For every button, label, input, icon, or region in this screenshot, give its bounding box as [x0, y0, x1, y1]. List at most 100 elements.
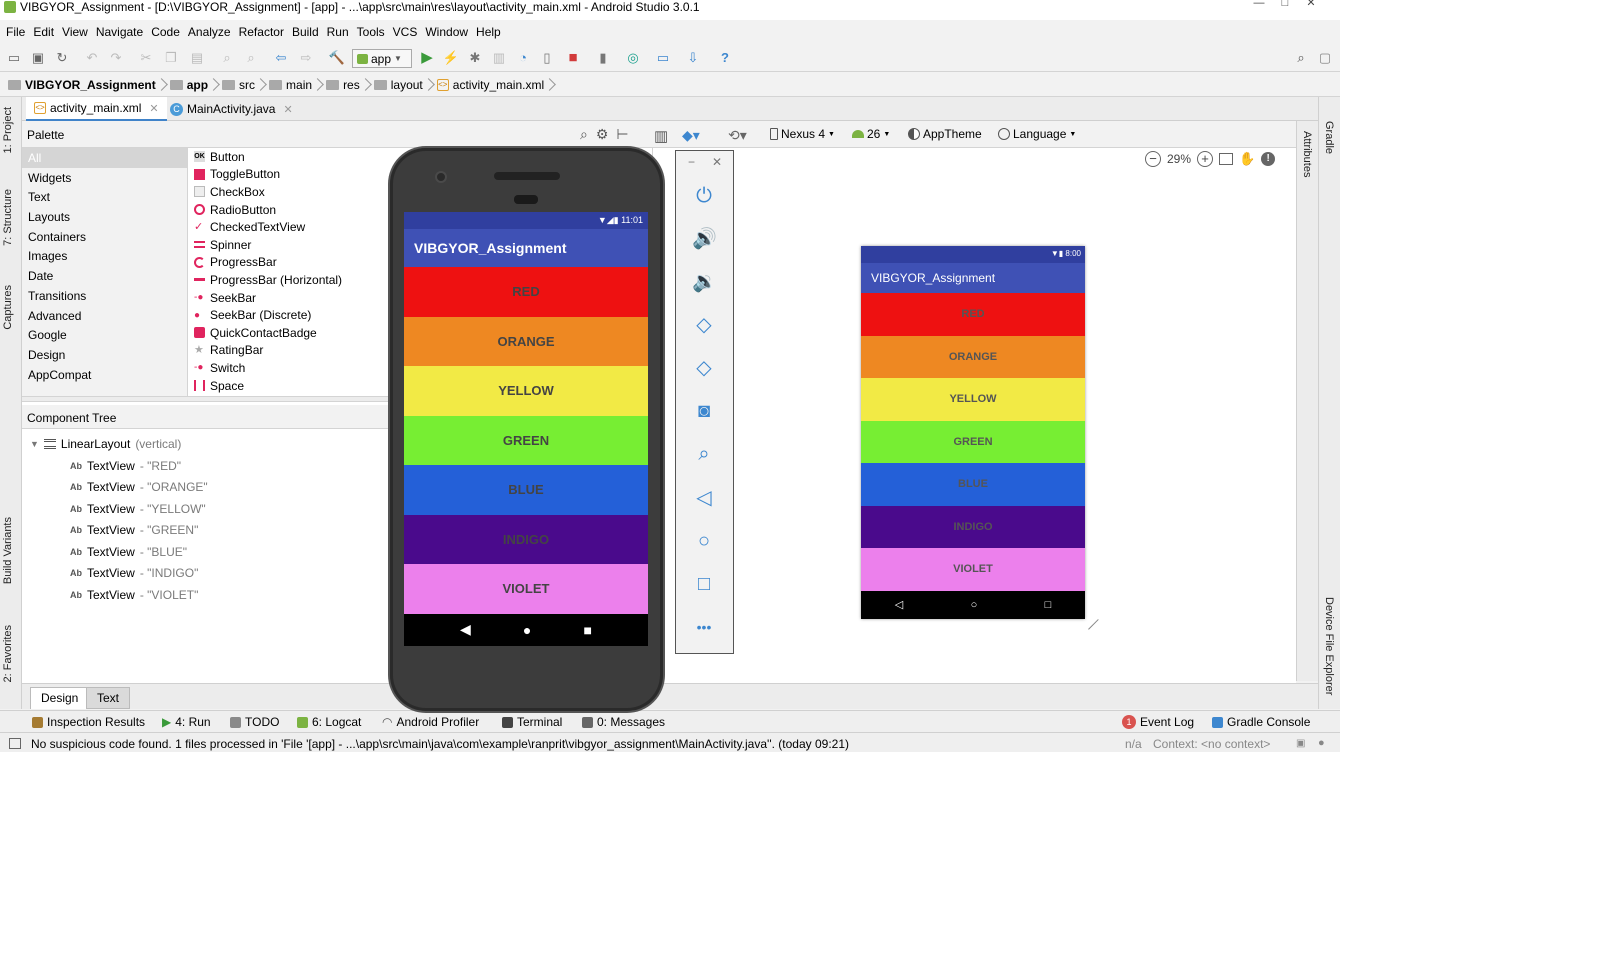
run-icon[interactable]: ▶ — [418, 49, 436, 67]
palette-category[interactable]: Date — [22, 266, 187, 286]
device-select[interactable]: Nexus 4 ▼ — [770, 127, 835, 141]
attach-icon[interactable]: ◔ — [514, 49, 532, 67]
emulator-band-yellow[interactable]: YELLOW — [404, 366, 648, 416]
tool-terminal[interactable]: Terminal — [502, 715, 562, 729]
layout-preview[interactable]: ▼▮ 8:00 VIBGYOR_Assignment RED ORANGE YE… — [861, 246, 1085, 619]
menu-tools[interactable]: Tools — [353, 22, 389, 42]
stop-icon[interactable]: ■ — [564, 49, 582, 67]
palette-widget[interactable]: ToggleButton — [189, 166, 389, 184]
camera-icon[interactable]: ◙ — [692, 399, 716, 423]
menu-run[interactable]: Run — [323, 22, 353, 42]
menu-refactor[interactable]: Refactor — [235, 22, 288, 42]
palette-category[interactable]: All — [22, 148, 187, 168]
lock-icon[interactable]: ▣ — [1296, 738, 1305, 749]
tree-node[interactable]: Ab TextView - "INDIGO" — [70, 566, 198, 580]
tool-gradle[interactable]: Gradle — [1323, 121, 1335, 154]
tool-structure[interactable]: 7: Structure — [2, 189, 14, 246]
menu-vcs[interactable]: VCS — [389, 22, 422, 42]
palette-category[interactable]: Images — [22, 246, 187, 266]
build-icon[interactable]: 🔨 — [328, 49, 346, 67]
preview-band-blue[interactable]: BLUE — [861, 463, 1085, 506]
zoom-out-icon[interactable]: − — [1145, 151, 1161, 167]
back-icon[interactable]: ⇦ — [272, 49, 290, 67]
breadcrumb-item[interactable]: layout — [373, 78, 431, 92]
tool-run[interactable]: ▶ 4: Run — [162, 715, 211, 729]
undo-icon[interactable]: ↶ — [83, 49, 101, 67]
emulator-band-blue[interactable]: BLUE — [404, 465, 648, 515]
preview-band-green[interactable]: GREEN — [861, 420, 1085, 463]
palette-widget[interactable]: ProgressBar — [189, 254, 389, 272]
menu-navigate[interactable]: Navigate — [92, 22, 147, 42]
tree-node[interactable]: Ab TextView - "ORANGE" — [70, 480, 208, 494]
volume-down-icon[interactable]: 🔉 — [692, 270, 717, 294]
overview-icon[interactable]: □ — [692, 572, 716, 596]
avatar[interactable]: ▢ — [1316, 49, 1334, 67]
palette-widget[interactable]: ✓ CheckedTextView — [189, 218, 389, 236]
tab-main-activity[interactable]: C MainActivity.java ✕ — [162, 97, 301, 121]
theme-select[interactable]: AppTheme — [908, 127, 982, 141]
close-icon[interactable]: ✕ — [149, 102, 158, 115]
gear-icon[interactable]: ⚙ — [596, 126, 609, 143]
menu-file[interactable]: File — [2, 22, 29, 42]
rotate-left-icon[interactable]: ◇ — [692, 313, 716, 337]
paste-icon[interactable]: ▤ — [188, 49, 206, 67]
more-icon[interactable]: ••• — [692, 615, 716, 639]
redo-icon[interactable]: ↷ — [107, 49, 125, 67]
palette-widget[interactable]: OK Button — [189, 148, 389, 166]
tool-gradle-console[interactable]: Gradle Console — [1212, 715, 1310, 729]
tab-activity-main[interactable]: <> activity_main.xml ✕ — [26, 97, 167, 121]
preview-band-orange[interactable]: ORANGE — [861, 335, 1085, 378]
tree-node[interactable]: Ab TextView - "RED" — [70, 459, 181, 473]
apply-changes-icon[interactable]: ⚡ — [442, 49, 460, 67]
rotate-right-icon[interactable]: ◇ — [692, 356, 716, 380]
search-icon[interactable]: ⌕ — [1292, 49, 1310, 67]
project-structure-icon[interactable]: ▭ — [654, 49, 672, 67]
menu-edit[interactable]: Edit — [29, 22, 58, 42]
forward-icon[interactable]: ⇨ — [297, 49, 315, 67]
open-icon[interactable]: ▭ — [5, 49, 23, 67]
breadcrumb-item[interactable]: main — [269, 78, 320, 92]
tab-text[interactable]: Text — [86, 687, 131, 709]
run-config-select[interactable]: app ▼ — [352, 49, 412, 68]
layers-icon[interactable]: ◆▾ — [682, 127, 700, 144]
zoom-icon[interactable]: ⌕ — [692, 442, 716, 466]
profile-icon[interactable]: ▥ — [490, 49, 508, 67]
cut-icon[interactable]: ✂ — [137, 49, 155, 67]
palette-category[interactable]: Layouts — [22, 207, 187, 227]
palette-widget[interactable]: -● SeekBar — [189, 289, 389, 307]
breadcrumb-item[interactable]: src — [222, 78, 263, 92]
emulator-band-indigo[interactable]: INDIGO — [404, 514, 648, 564]
back-icon[interactable]: ◁ — [692, 486, 716, 510]
close-icon[interactable]: ✕ — [283, 103, 292, 116]
tab-design[interactable]: Design — [30, 687, 90, 709]
palette-category[interactable]: Google — [22, 325, 187, 345]
hide-icon[interactable]: ⊢ — [616, 126, 628, 143]
menu-code[interactable]: Code — [147, 22, 184, 42]
palette-widget[interactable]: RadioButton — [189, 201, 389, 219]
breadcrumb-item[interactable]: <> activity_main.xml — [436, 78, 552, 92]
resize-handle-icon[interactable] — [1088, 619, 1108, 639]
menu-analyze[interactable]: Analyze — [184, 22, 235, 42]
palette-widget[interactable]: CheckBox — [189, 183, 389, 201]
palette-category[interactable]: Transitions — [22, 286, 187, 306]
replace-icon[interactable]: ⌕ — [242, 49, 260, 67]
sync-icon[interactable]: ↻ — [53, 49, 71, 67]
emulator-screen[interactable]: ▼◢▮ 11:01 VIBGYOR_Assignment RED ORANGE … — [404, 212, 648, 646]
panel-splitter[interactable] — [22, 396, 392, 402]
breadcrumb-item[interactable]: app — [169, 78, 216, 92]
tool-device-file-explorer[interactable]: Device File Explorer — [1323, 597, 1335, 695]
palette-widget[interactable]: Space — [189, 377, 389, 395]
tool-android-profiler[interactable]: ◠ Android Profiler — [382, 715, 479, 729]
palette-widget[interactable]: ● SeekBar (Discrete) — [189, 306, 389, 324]
tool-inspection-results[interactable]: Inspection Results — [32, 715, 145, 729]
minimize-button[interactable]: — — [1246, 0, 1272, 10]
menu-view[interactable]: View — [58, 22, 92, 42]
attach-debugger-icon[interactable]: ▯ — [538, 49, 556, 67]
search-icon[interactable]: ⌕ — [580, 126, 588, 143]
blueprint-toggle-icon[interactable]: ▥ — [654, 127, 668, 145]
breadcrumb-item[interactable]: res — [326, 78, 368, 92]
palette-category[interactable]: AppCompat — [22, 365, 187, 385]
overview-icon[interactable]: ■ — [583, 622, 591, 638]
power-icon[interactable]: ⏻ — [692, 184, 716, 208]
debug-icon[interactable]: ✱ — [466, 49, 484, 67]
